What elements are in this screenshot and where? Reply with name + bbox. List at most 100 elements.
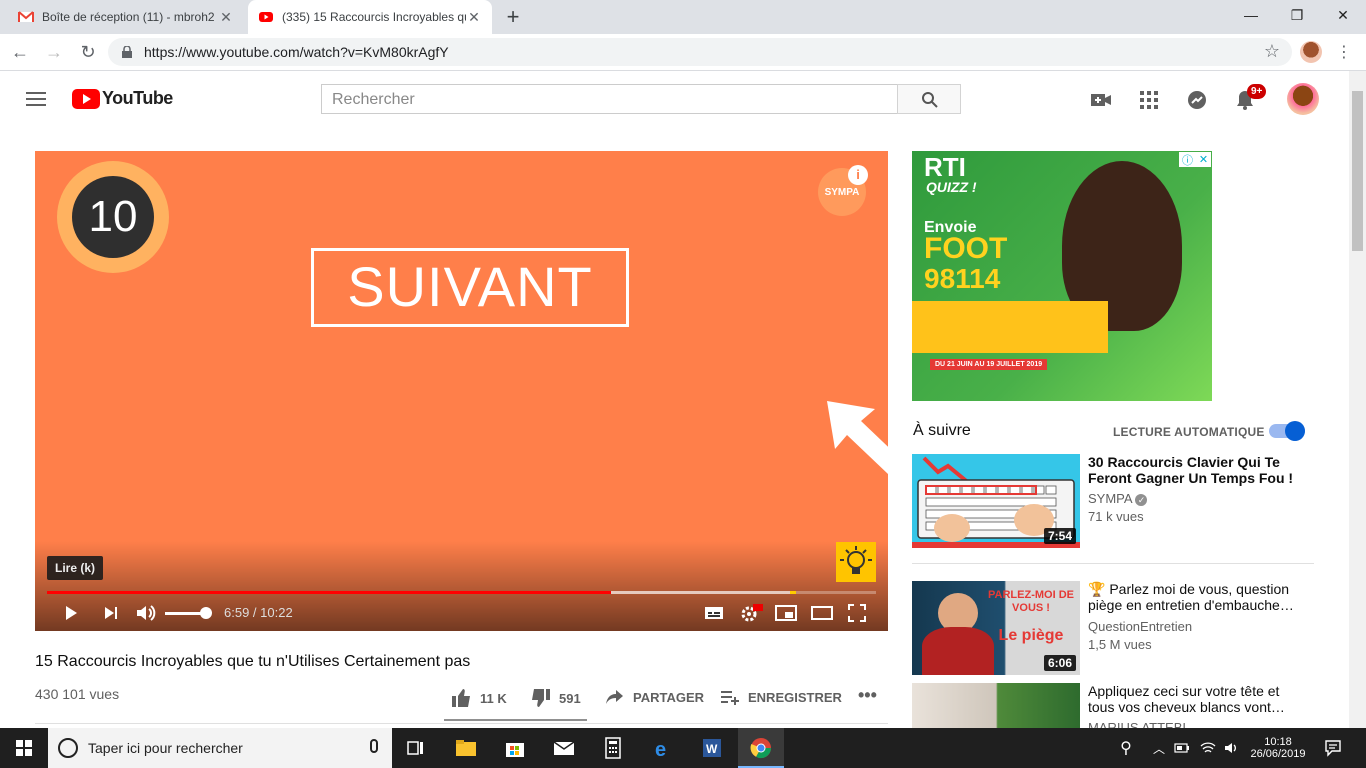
clock[interactable]: 10:18 26/06/2019	[1244, 728, 1312, 768]
countdown-number: 10	[72, 176, 154, 258]
gmail-icon	[18, 11, 34, 22]
windows-start-icon[interactable]	[0, 728, 48, 768]
youtube-wordmark: YouTube	[102, 88, 173, 108]
close-tab-icon[interactable]: ✕	[466, 9, 482, 26]
ad-brand: RTI	[924, 152, 966, 182]
video-thumbnail[interactable]: PARLEZ-MOI DE VOUS ! Le piège 6:06	[912, 581, 1080, 675]
store-icon[interactable]	[503, 736, 527, 760]
close-window-button[interactable]: ✕	[1320, 0, 1366, 30]
like-count: 11 K	[480, 690, 507, 706]
ad-line2: FOOT	[924, 232, 1008, 265]
people-icon[interactable]: ⚲	[1114, 728, 1138, 768]
youtube-play-logo-icon	[72, 88, 100, 109]
view-count: 71 k vues	[1088, 509, 1144, 524]
next-video-icon[interactable]	[101, 603, 121, 623]
ad-prize-strip	[912, 301, 1108, 353]
like-ratio-bar	[444, 719, 587, 721]
file-explorer-icon[interactable]	[454, 736, 478, 760]
video-title[interactable]: Appliquez ceci sur votre tête et tous vo…	[1088, 683, 1308, 715]
thumbs-down-icon	[532, 689, 550, 707]
task-view-icon[interactable]	[404, 736, 428, 760]
hamburger-menu-icon[interactable]	[26, 92, 46, 106]
lock-icon	[122, 46, 132, 58]
more-options-icon[interactable]: •••	[858, 685, 877, 706]
time-display: 6:59 / 10:22	[224, 605, 293, 620]
chrome-profile-avatar[interactable]	[1300, 41, 1322, 63]
subtitles-icon[interactable]	[704, 603, 724, 623]
wifi-icon[interactable]	[1200, 741, 1216, 755]
dislike-button[interactable]: 591	[530, 689, 581, 707]
edge-browser-icon[interactable]: e	[651, 736, 675, 760]
channel-name[interactable]: MARIUS ATTEBI	[1088, 720, 1186, 728]
microphone-icon[interactable]	[370, 739, 378, 753]
bookmark-star-icon[interactable]: ☆	[1264, 41, 1280, 62]
youtube-logo[interactable]: YouTube	[72, 88, 173, 109]
page-scrollbar[interactable]	[1349, 71, 1366, 728]
video-thumbnail[interactable]: 7:54	[912, 454, 1080, 548]
windows-taskbar: Taper ici pour rechercher e W ⚲ ︿ 10:18 …	[0, 728, 1366, 768]
video-player[interactable]: 10 SUIVANT SYMPA i Lire (k) 6:59 / 10:22	[35, 151, 888, 631]
battery-icon[interactable]	[1174, 742, 1190, 754]
channel-name[interactable]: QuestionEntretien	[1088, 619, 1192, 634]
video-title: 15 Raccourcis Incroyables que tu n'Utili…	[35, 653, 471, 670]
dislike-count: 591	[559, 690, 581, 706]
youtube-masthead: YouTube Rechercher 9+	[0, 71, 1366, 127]
progress-bar[interactable]	[47, 591, 876, 594]
play-icon[interactable]	[61, 603, 81, 623]
show-hidden-icons[interactable]: ︿	[1150, 728, 1168, 768]
calculator-icon[interactable]	[601, 736, 625, 760]
svg-text:W: W	[706, 742, 718, 756]
close-tab-icon[interactable]: ✕	[218, 9, 234, 26]
search-input[interactable]: Rechercher	[321, 84, 897, 114]
ad-choices-badge[interactable]: ⓘ ✕	[1179, 152, 1211, 167]
theater-mode-icon[interactable]	[811, 603, 833, 623]
save-button[interactable]: ENREGISTRER	[721, 689, 842, 705]
volume-icon[interactable]	[135, 603, 157, 623]
lightbulb-icon[interactable]	[836, 542, 876, 582]
tab-title: (335) 15 Raccourcis Incroyables que tu n…	[282, 10, 466, 24]
view-count: 1,5 M vues	[1088, 637, 1152, 652]
like-button[interactable]: 11 K	[452, 689, 507, 707]
video-title[interactable]: 30 Raccourcis Clavier Qui Te Feront Gagn…	[1088, 454, 1308, 486]
back-arrow-icon[interactable]: ←	[8, 40, 32, 64]
svg-text:e: e	[655, 739, 666, 760]
share-button[interactable]: PARTAGER	[606, 689, 704, 705]
video-title[interactable]: 🏆 Parlez moi de vous, question piège en …	[1088, 581, 1308, 613]
reload-icon[interactable]: ↻	[76, 40, 100, 64]
video-thumbnail[interactable]	[912, 683, 1080, 728]
forward-arrow-icon[interactable]: →	[42, 40, 66, 64]
taskbar-search[interactable]: Taper ici pour rechercher	[48, 728, 392, 768]
user-avatar[interactable]	[1287, 83, 1319, 115]
create-video-icon[interactable]	[1090, 89, 1112, 111]
messages-icon[interactable]	[1186, 89, 1208, 111]
settings-gear-icon[interactable]	[739, 603, 763, 623]
mail-icon[interactable]	[552, 736, 576, 760]
ad-date-strip: DU 21 JUIN AU 19 JUILLET 2019	[930, 359, 1048, 370]
up-next-heading: À suivre	[913, 422, 971, 439]
minimize-button[interactable]: —	[1228, 0, 1274, 30]
chrome-menu-icon[interactable]: ⋮	[1336, 42, 1352, 62]
new-tab-button[interactable]: +	[500, 4, 526, 30]
close-ad-icon[interactable]: ✕	[1199, 153, 1208, 166]
list-item[interactable]: Appliquez ceci sur votre tête et tous vo…	[912, 683, 1312, 728]
info-card-icon[interactable]: i	[848, 165, 868, 185]
speaker-icon[interactable]	[1224, 741, 1240, 755]
autoplay-toggle[interactable]	[1269, 421, 1305, 441]
fullscreen-icon[interactable]	[847, 603, 867, 623]
address-bar[interactable]: https://www.youtube.com/watch?v=KvM80krA…	[108, 38, 1292, 66]
ad-banner[interactable]: RTI QUIZZ ! Envoie FOOT 98114 DU 21 JUIN…	[912, 151, 1212, 401]
miniplayer-icon[interactable]	[775, 603, 797, 623]
tab-youtube[interactable]: (335) 15 Raccourcis Incroyables que tu n…	[248, 0, 492, 34]
playlist-add-icon	[721, 691, 739, 705]
word-icon[interactable]: W	[700, 736, 724, 760]
list-item[interactable]: PARLEZ-MOI DE VOUS ! Le piège 6:06 🏆 Par…	[912, 581, 1312, 675]
apps-grid-icon[interactable]	[1138, 89, 1160, 111]
tab-gmail[interactable]: Boîte de réception (11) - mbroh2 ✕	[8, 0, 244, 34]
chrome-taskbar-button[interactable]	[738, 728, 784, 768]
browser-toolbar: ← → ↻ https://www.youtube.com/watch?v=Kv…	[0, 34, 1366, 71]
action-center-icon[interactable]	[1324, 739, 1342, 757]
maximize-button[interactable]: ❐	[1274, 0, 1320, 30]
list-item[interactable]: 7:54 30 Raccourcis Clavier Qui Te Feront…	[912, 454, 1312, 548]
channel-name[interactable]: SYMPA ✓	[1088, 491, 1148, 506]
search-button[interactable]	[897, 84, 961, 114]
